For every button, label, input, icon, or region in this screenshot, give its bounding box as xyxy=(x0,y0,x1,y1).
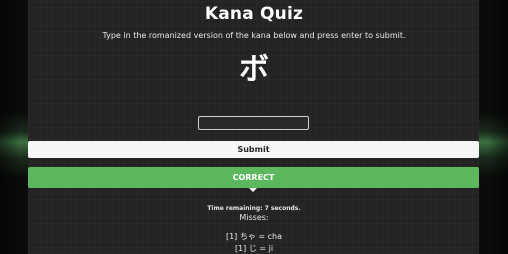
misses-list: [1] ちゃ = cha [1] じ = ji xyxy=(0,231,508,254)
answer-input[interactable] xyxy=(198,116,309,130)
page-background: Kana Quiz Type in the romanized version … xyxy=(0,0,508,254)
miss-item: [1] ちゃ = cha xyxy=(225,232,283,241)
kana-character: ボ xyxy=(239,52,269,87)
submit-button[interactable]: Submit xyxy=(28,141,479,158)
result-banner: CORRECT xyxy=(28,167,479,188)
misses-heading: Misses: xyxy=(239,213,269,222)
miss-item: [1] じ = ji xyxy=(234,244,274,253)
time-remaining: Time remaining: 7 seconds. xyxy=(207,205,301,212)
result-arrow-icon xyxy=(249,188,257,192)
page-title: Kana Quiz xyxy=(204,4,304,24)
instructions-text: Type in the romanized version of the kan… xyxy=(102,31,406,40)
